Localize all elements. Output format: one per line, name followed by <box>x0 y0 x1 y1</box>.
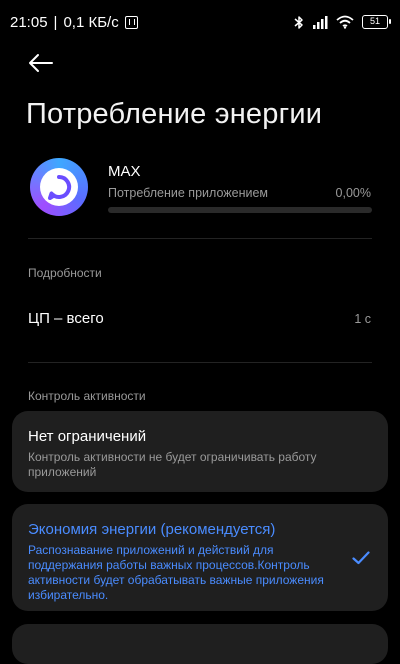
cpu-total-value: 1 с <box>354 312 371 326</box>
option-title: Нет ограничений <box>28 428 147 445</box>
check-icon <box>352 551 370 565</box>
app-logo-icon <box>30 158 88 216</box>
battery-level: 51 <box>369 16 380 26</box>
bluetooth-icon <box>294 15 303 29</box>
details-header: Подробности <box>28 266 102 280</box>
page-title: Потребление энергии <box>26 98 323 130</box>
status-bar: 21:05 | 0,1 КБ/с 51 <box>0 0 400 44</box>
back-button[interactable] <box>24 48 58 78</box>
network-speed: 0,1 КБ/с <box>63 13 119 31</box>
nfc-icon <box>124 15 138 29</box>
app-usage-value: 0,00% <box>335 186 371 200</box>
option-description: Распознавание приложений и действий для … <box>28 543 324 602</box>
app-usage-label: Потребление приложением <box>108 186 268 200</box>
usage-progress-bar <box>108 207 372 213</box>
status-separator: | <box>53 13 58 31</box>
status-right: 51 <box>294 15 391 30</box>
back-arrow-icon <box>29 54 53 72</box>
status-time: 21:05 <box>10 13 48 31</box>
option-no-restrictions[interactable]: Нет ограничений Контроль активности не б… <box>12 411 388 492</box>
battery-icon: 51 <box>362 15 391 29</box>
cpu-total-label: ЦП – всего <box>28 310 104 327</box>
wifi-icon <box>336 15 354 29</box>
option-title: Экономия энергии (рекомендуется) <box>28 521 276 538</box>
divider <box>28 238 372 239</box>
option-description: Контроль активности не будет ограничиват… <box>28 450 317 479</box>
option-battery-saver[interactable]: Экономия энергии (рекомендуется) Распозн… <box>12 504 388 611</box>
signal-icon <box>313 16 328 29</box>
app-name: MAX <box>108 163 141 180</box>
app-logo-glyph <box>48 174 72 200</box>
app-logo-inner <box>40 168 78 206</box>
status-left: 21:05 | 0,1 КБ/с <box>10 14 138 31</box>
divider <box>28 362 372 363</box>
activity-header: Контроль активности <box>28 389 146 403</box>
option-next[interactable] <box>12 624 388 664</box>
